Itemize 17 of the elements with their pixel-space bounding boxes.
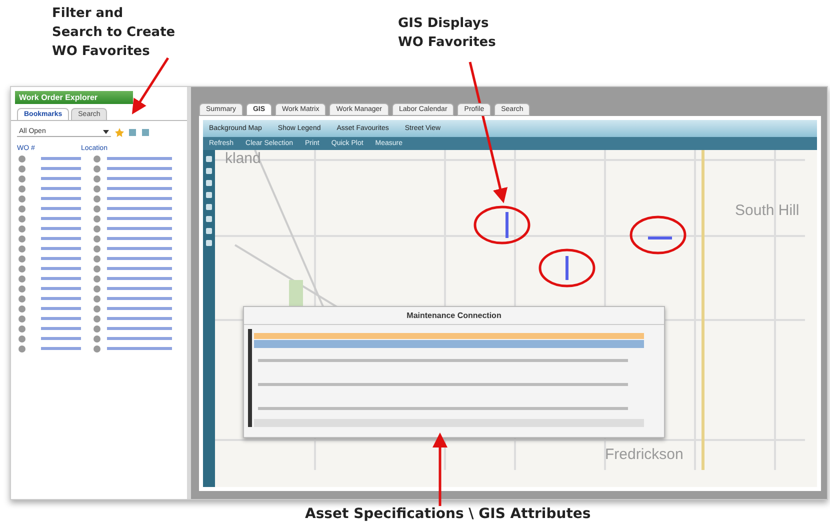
explorer-title: Work Order Explorer <box>15 91 133 104</box>
callout-text: GIS Displays WO Favorites <box>398 15 496 52</box>
star-icon[interactable] <box>115 128 124 136</box>
map-place-label: South Hill <box>735 202 800 219</box>
callout-text: Asset Specifications \ GIS Attributes <box>305 505 591 524</box>
callout-text: Filter and Search to Create WO Favorites <box>52 5 176 61</box>
caret-icon <box>103 130 109 134</box>
window-title: Maintenance Connection <box>244 307 664 325</box>
highlight-ellipse <box>630 216 686 254</box>
favorite-marker <box>566 256 568 280</box>
map-place-label: Fredrickson <box>605 446 684 463</box>
highlight-ellipse <box>538 248 596 288</box>
highlight-ellipse <box>474 206 530 244</box>
pointer-arrow <box>132 57 170 114</box>
favorite-marker <box>506 212 508 238</box>
favorite-marker <box>648 236 672 240</box>
map-place-label: kland <box>225 150 261 167</box>
